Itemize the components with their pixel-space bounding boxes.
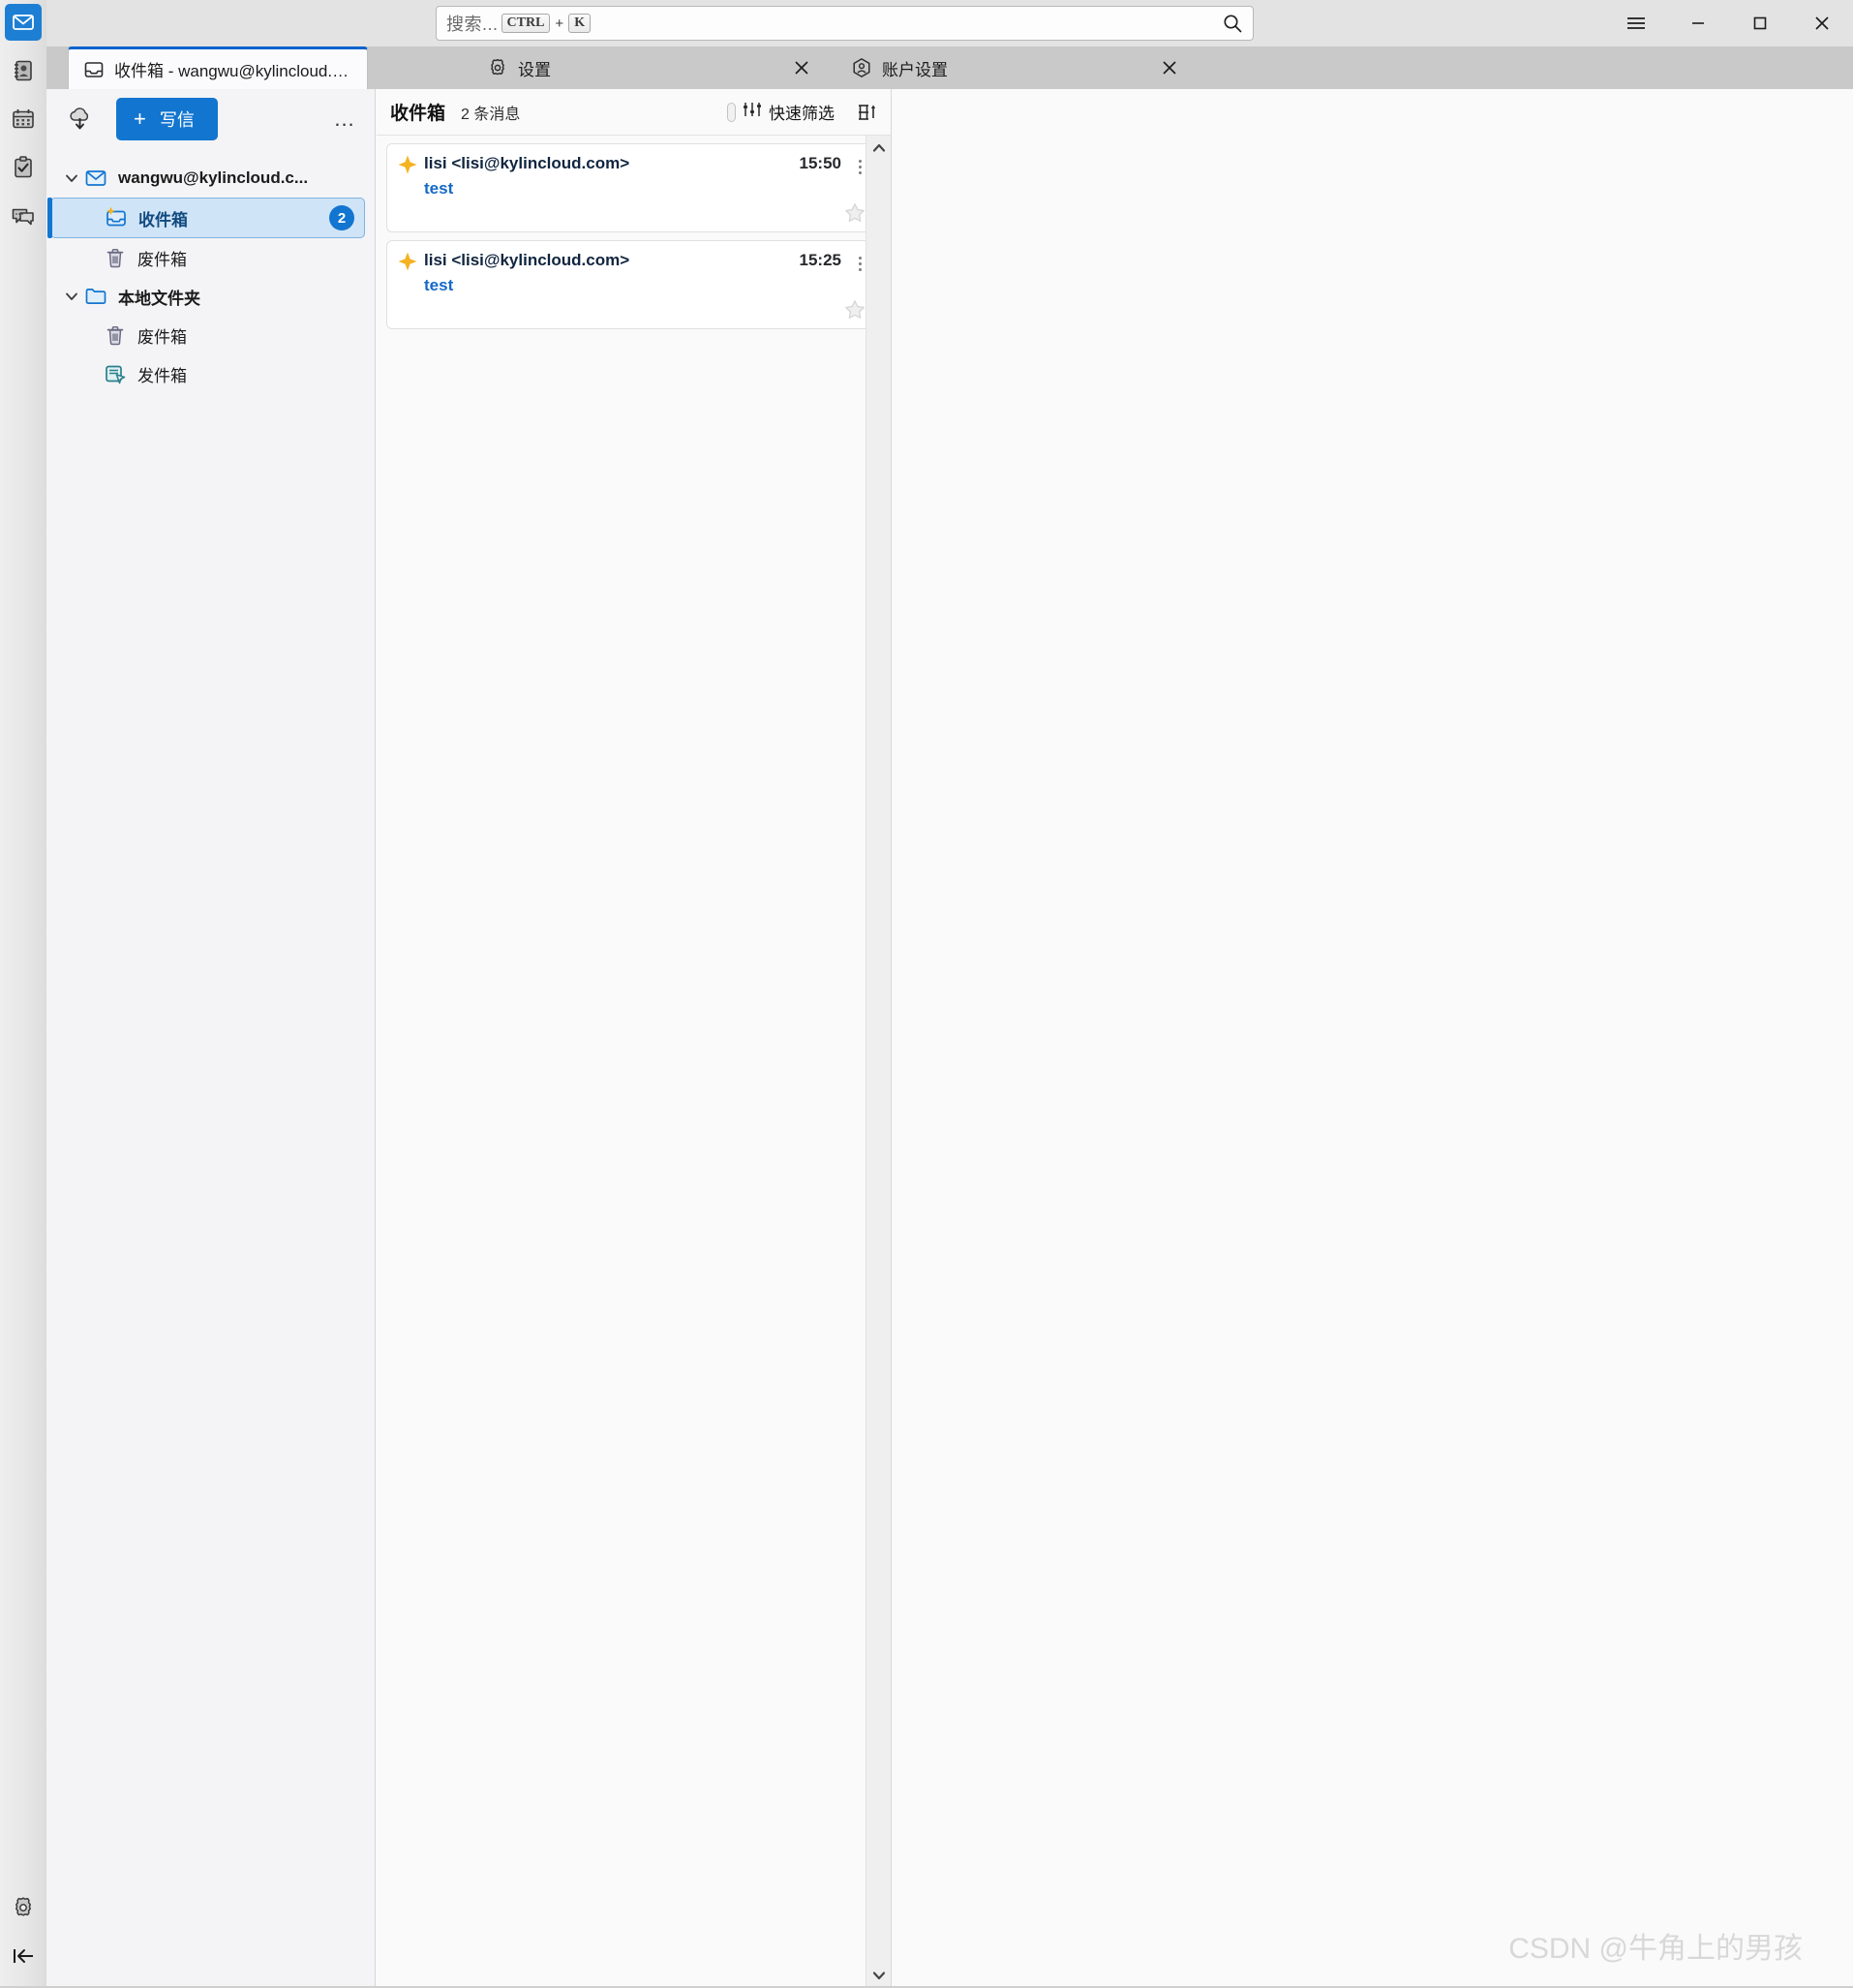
rail-item-settings[interactable] [5, 1889, 42, 1926]
folder-label-account: wangwu@kylincloud.c... [118, 168, 309, 187]
tab-settings-close-button[interactable] [782, 46, 821, 89]
new-message-sparkle-icon [397, 251, 418, 272]
trash-icon [103, 245, 128, 270]
message-list-header: 收件箱 2 条消息 快速筛选 [377, 89, 891, 136]
folder-label-trash-account: 废件箱 [137, 250, 187, 269]
message-time: 15:50 [799, 154, 841, 172]
quick-filter-label[interactable]: 快速筛选 [769, 100, 835, 124]
message-subject: test [424, 179, 454, 198]
message-sender: lisi <lisi@kylincloud.com> [424, 154, 630, 172]
app-menu-button[interactable] [1605, 0, 1667, 46]
folder-row-outbox[interactable]: 发件箱 [46, 354, 375, 393]
folder-label-inbox: 收件箱 [138, 210, 188, 229]
folder-label-trash-local: 废件箱 [137, 327, 187, 347]
window-controls [1605, 0, 1853, 46]
watermark-text: CSDN @牛角上的男孩 [1508, 1933, 1803, 1965]
message-subject: test [424, 276, 454, 294]
tab-strip: 收件箱 - wangwu@kylincloud.com 设置 账户设置 [46, 46, 1853, 89]
folder-row-inbox[interactable]: 收件箱 2 [47, 198, 365, 238]
tab-settings[interactable]: 设置 [472, 46, 821, 89]
outbox-icon [103, 361, 128, 386]
selection-indicator [47, 198, 52, 238]
search-placeholder: 搜索... [446, 15, 499, 34]
message-list-item[interactable]: lisi <lisi@kylincloud.com> 15:50 test [386, 143, 879, 232]
rail-item-chat[interactable] [5, 198, 42, 234]
message-list-title: 收件箱 [390, 104, 446, 124]
rail-item-calendar[interactable] [5, 101, 42, 138]
compose-button-label: 写信 [159, 110, 195, 130]
search-shortcut-k: K [568, 13, 592, 34]
tab-inbox[interactable]: 收件箱 - wangwu@kylincloud.com [68, 46, 368, 89]
message-star-icon[interactable] [843, 298, 866, 321]
minimize-button[interactable] [1667, 0, 1729, 46]
folder-tree: wangwu@kylincloud.c... 收件箱 2 废件箱 本地文件夹 废… [46, 149, 375, 393]
message-list-scrollbar[interactable] [866, 136, 891, 1988]
rail-item-mail[interactable] [5, 4, 42, 41]
search-shortcut-ctrl: CTRL [501, 13, 551, 34]
search-icon[interactable] [1222, 13, 1243, 34]
gear-icon [486, 56, 509, 79]
message-count-label: 2 条消息 [461, 106, 521, 123]
search-shortcut-plus: + [555, 15, 564, 32]
inbox-icon [82, 58, 106, 81]
quick-filter-sliders-icon[interactable] [742, 99, 763, 125]
quick-filter-pill-icon[interactable] [727, 102, 736, 122]
folder-icon [83, 284, 108, 309]
app-rail [0, 0, 46, 1988]
folder-label-local-folders: 本地文件夹 [118, 289, 200, 308]
folder-pane: + 写信 ... wangwu@kylincloud.c... 收件箱 2 废件… [46, 89, 376, 1988]
message-sender: lisi <lisi@kylincloud.com> [424, 251, 630, 269]
message-time: 15:25 [799, 251, 841, 269]
compose-button[interactable]: + 写信 [116, 98, 218, 140]
inbox-new-icon [104, 205, 129, 230]
folder-row-trash-local[interactable]: 废件箱 [46, 316, 375, 354]
maximize-button[interactable] [1729, 0, 1791, 46]
folder-row-account[interactable]: wangwu@kylincloud.c... [46, 159, 375, 198]
folder-row-local-folders[interactable]: 本地文件夹 [46, 277, 375, 316]
thunderbird-mail-window: 搜索... CTRL + K 收件箱 - wangwu@kylincloud.c… [0, 0, 1853, 1988]
tab-inbox-label: 收件箱 - wangwu@kylincloud.com [114, 62, 353, 80]
trash-icon [103, 322, 128, 348]
tab-settings-label: 设置 [518, 60, 551, 79]
scroll-up-arrow-icon[interactable] [866, 136, 892, 161]
new-message-sparkle-icon [397, 154, 418, 175]
folder-pane-more-button[interactable]: ... [328, 103, 361, 136]
folder-label-outbox: 发件箱 [137, 366, 187, 385]
close-button[interactable] [1791, 0, 1853, 46]
message-star-icon[interactable] [843, 201, 866, 225]
folder-pane-toolbar: + 写信 ... [46, 89, 375, 149]
tab-account-settings[interactable]: 账户设置 [836, 46, 1185, 89]
compose-plus-icon: + [134, 107, 146, 131]
rail-item-collapse[interactable] [5, 1938, 42, 1974]
chevron-down-icon[interactable] [60, 285, 83, 308]
mail-account-icon [83, 166, 108, 191]
get-messages-icon[interactable] [60, 99, 101, 139]
chevron-down-icon[interactable] [60, 167, 83, 190]
folder-row-trash-account[interactable]: 废件箱 [46, 238, 375, 277]
rail-item-address-book[interactable] [5, 52, 42, 89]
message-reading-pane: CSDN @牛角上的男孩 [893, 89, 1853, 1988]
title-bar: 搜索... CTRL + K [0, 0, 1853, 46]
message-list-item[interactable]: lisi <lisi@kylincloud.com> 15:25 test [386, 240, 879, 329]
scroll-down-arrow-icon[interactable] [866, 1963, 892, 1988]
display-options-icon[interactable] [852, 98, 881, 127]
tab-account-settings-label: 账户设置 [882, 60, 948, 79]
message-list-pane: 收件箱 2 条消息 快速筛选 lisi <lisi@kylincloud.com… [377, 89, 892, 1988]
tab-account-settings-close-button[interactable] [1150, 46, 1189, 89]
global-search-input[interactable]: 搜索... CTRL + K [436, 6, 1254, 41]
inbox-unread-badge: 2 [329, 205, 354, 230]
account-icon [850, 56, 873, 79]
rail-item-tasks[interactable] [5, 149, 42, 186]
